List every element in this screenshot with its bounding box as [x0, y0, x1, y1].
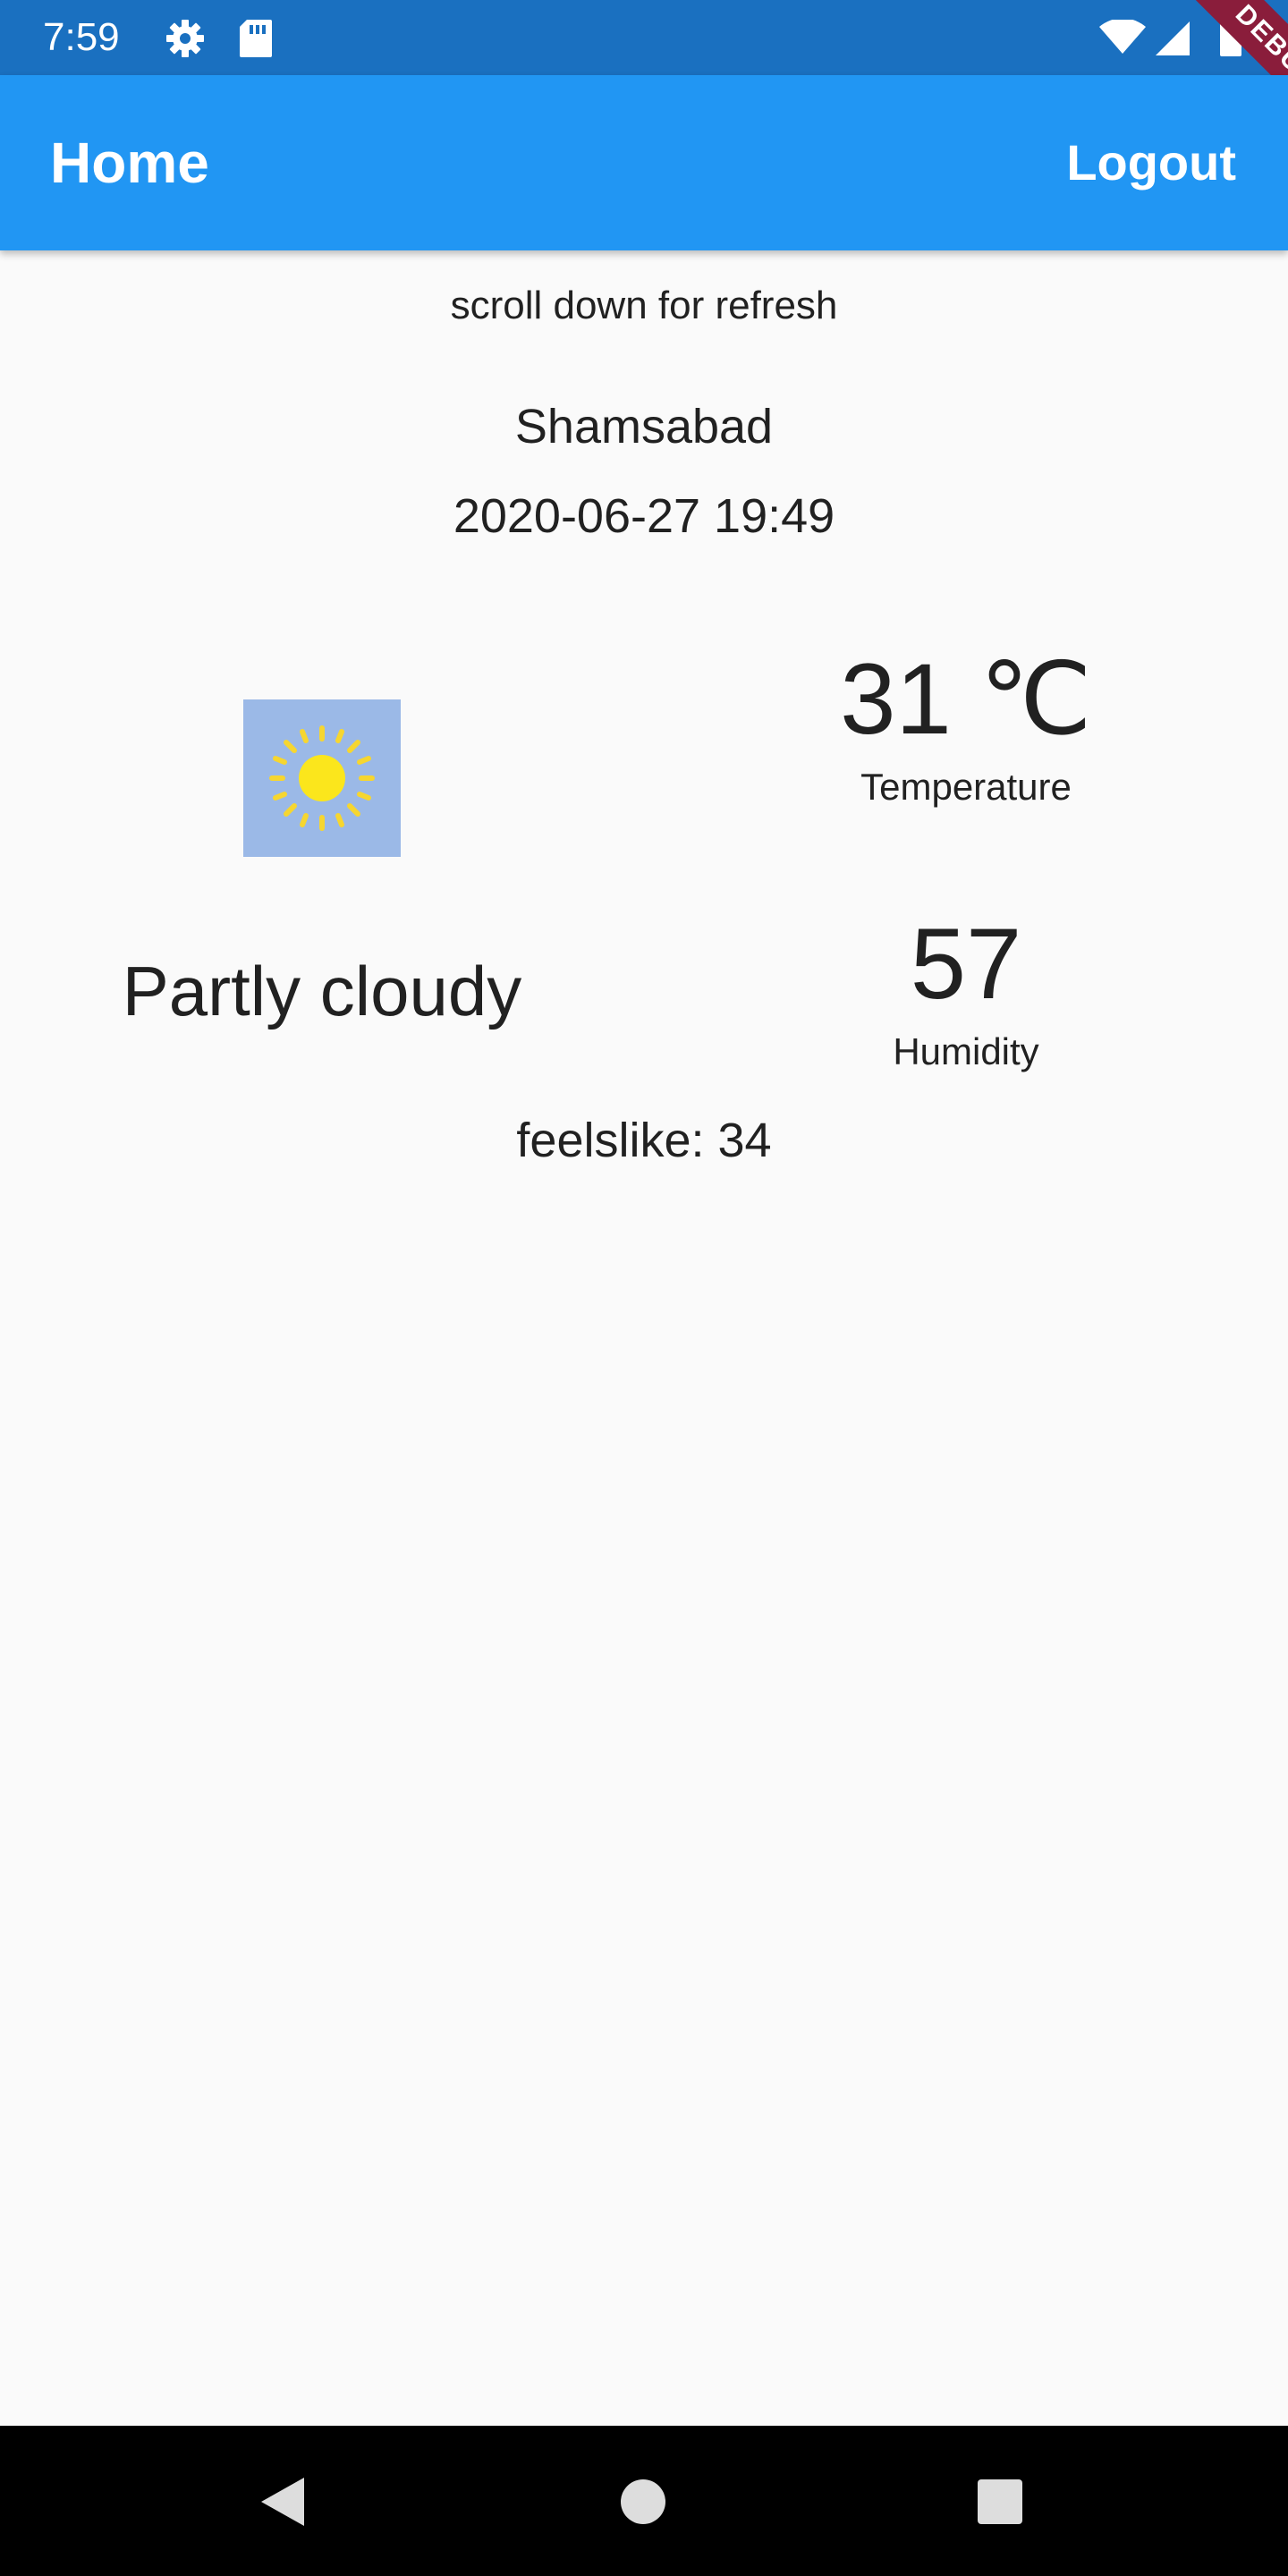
- sun-icon: [269, 725, 375, 831]
- home-button[interactable]: [612, 2470, 674, 2533]
- datetime: 2020-06-27 19:49: [453, 489, 835, 543]
- battery-icon: [1218, 14, 1243, 62]
- humidity-value: 57: [910, 908, 1022, 1020]
- weather-condition-image: [243, 699, 401, 857]
- status-time: 7:59: [43, 15, 120, 59]
- recents-icon: [978, 2479, 1022, 2524]
- location-name: Shamsabad: [514, 400, 774, 453]
- page-title: Home: [50, 131, 209, 195]
- weather-condition: Partly cloudy: [122, 952, 522, 1030]
- gear-icon: [165, 18, 206, 64]
- app-bar: Home Logout: [0, 75, 1288, 250]
- logout-button[interactable]: Logout: [1066, 125, 1236, 200]
- navigation-bar: [0, 2426, 1288, 2576]
- weather-content[interactable]: scroll down for refresh Shamsabad 2020-0…: [0, 250, 1288, 2426]
- recents-button[interactable]: [969, 2470, 1031, 2533]
- refresh-hint: scroll down for refresh: [450, 284, 838, 327]
- signal-icon: [1154, 20, 1191, 62]
- feelslike-text: feelslike: 34: [516, 1114, 772, 1167]
- sd-card-icon: [238, 18, 274, 64]
- temperature-value: 31 ℃: [840, 643, 1092, 755]
- temperature-label: Temperature: [860, 766, 1072, 808]
- back-icon: [261, 2478, 304, 2526]
- humidity-label: Humidity: [893, 1030, 1039, 1072]
- back-button[interactable]: [252, 2470, 315, 2533]
- wifi-icon: [1098, 18, 1147, 60]
- status-bar: 7:59: [0, 0, 1288, 75]
- home-icon: [621, 2479, 665, 2524]
